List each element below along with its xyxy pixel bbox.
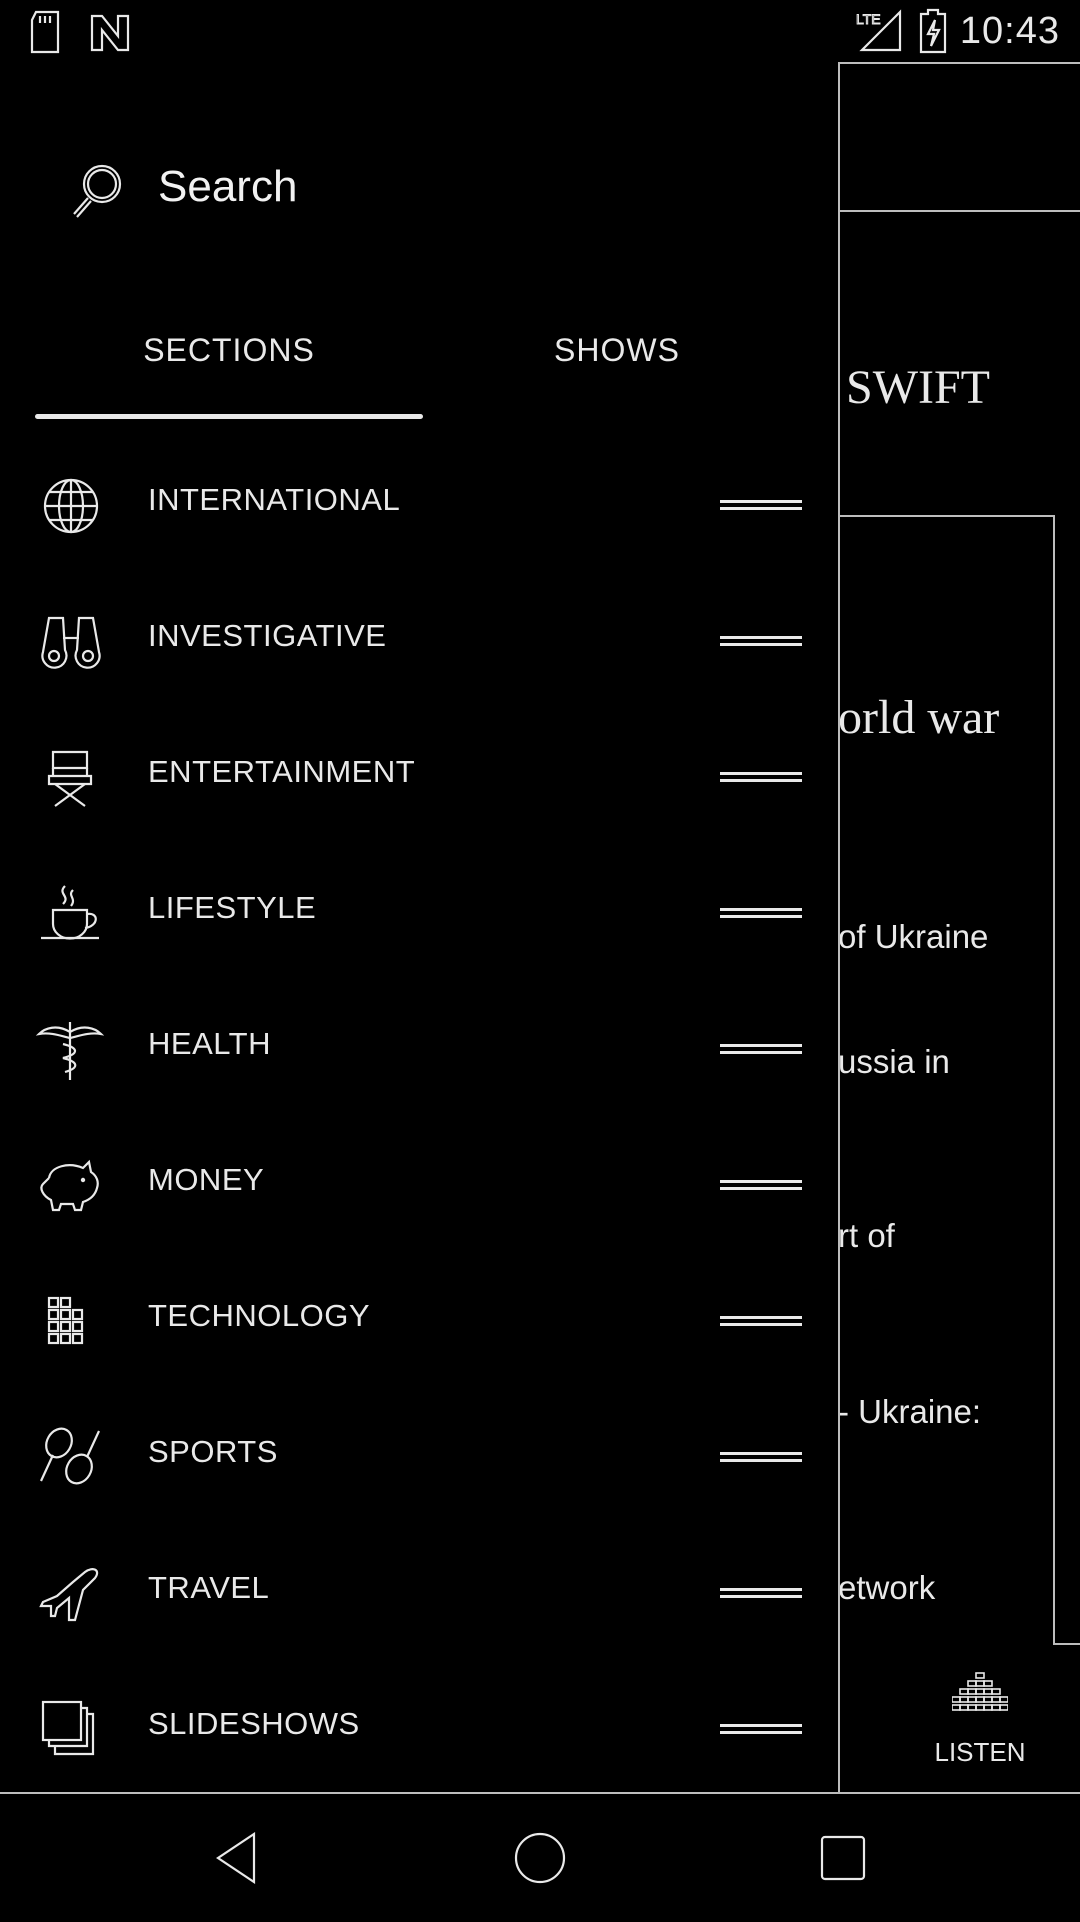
drag-handle[interactable] (720, 1720, 802, 1742)
bg-divider (840, 515, 1054, 517)
bg-snippet: etwork (838, 1569, 936, 1606)
navigation-drawer: Search SECTIONS SHOWS INTERNATIONAL INVE… (0, 62, 840, 1792)
section-label: LIFESTYLE (148, 890, 317, 925)
tab-selected-indicator (35, 414, 423, 419)
section-item-international[interactable]: INTERNATIONAL (0, 438, 838, 574)
section-item-health[interactable]: HEALTH (0, 982, 838, 1118)
drag-handle[interactable] (720, 904, 802, 926)
section-item-investigative[interactable]: INVESTIGATIVE (0, 574, 838, 710)
svg-text:LTE: LTE (856, 11, 881, 27)
section-item-money[interactable]: MONEY (0, 1118, 838, 1254)
bg-snippet: ussia in (838, 1043, 950, 1080)
section-label: INVESTIGATIVE (148, 618, 387, 653)
section-label: TECHNOLOGY (148, 1298, 371, 1333)
section-item-lifestyle[interactable]: LIFESTYLE (0, 846, 838, 982)
section-label: SPORTS (148, 1434, 278, 1469)
drag-handle[interactable] (720, 1584, 802, 1606)
section-label: TRAVEL (148, 1570, 270, 1605)
airplane-icon (39, 1568, 99, 1622)
audio-equalizer-icon (952, 1672, 1008, 1711)
drag-handle[interactable] (720, 496, 802, 518)
caduceus-icon (35, 1022, 105, 1080)
search-label: Search (158, 162, 298, 211)
sd-card-icon (30, 10, 60, 54)
drag-handle[interactable] (720, 632, 802, 654)
section-item-sports[interactable]: SPORTS (0, 1390, 838, 1526)
back-icon[interactable] (212, 1830, 260, 1886)
section-label: HEALTH (148, 1026, 272, 1061)
listen-label: LISTEN (934, 1737, 1026, 1767)
drag-handle[interactable] (720, 1040, 802, 1062)
stacked-photos-icon (41, 1700, 95, 1756)
section-item-entertainment[interactable]: ENTERTAINMENT (0, 710, 838, 846)
grid-blocks-icon (47, 1296, 84, 1345)
section-label: ENTERTAINMENT (148, 754, 416, 789)
bg-divider (1053, 1643, 1080, 1645)
section-item-travel[interactable]: TRAVEL (0, 1526, 838, 1662)
search-icon (73, 164, 122, 218)
tennis-rackets-icon (40, 1427, 100, 1485)
system-navigation-bar (0, 1792, 1080, 1922)
search-button[interactable]: Search (70, 152, 770, 232)
bg-divider (840, 210, 1080, 212)
bg-headline[interactable]: orld war (838, 690, 999, 745)
bg-snippet: rt of (838, 1217, 895, 1254)
drag-handle[interactable] (720, 1176, 802, 1198)
piggy-bank-icon (40, 1159, 99, 1212)
bg-snippet: - Ukraine: (838, 1393, 982, 1430)
bg-snippet: of Ukraine (838, 918, 989, 955)
status-bar: LTE 10:43 (0, 0, 1080, 64)
bg-header-text: SWIFT (846, 361, 990, 414)
section-label: MONEY (148, 1162, 265, 1197)
coffee-cup-icon (41, 885, 99, 940)
section-label: INTERNATIONAL (148, 482, 401, 517)
director-chair-icon (47, 750, 93, 807)
home-icon[interactable] (512, 1830, 568, 1886)
tab-shows[interactable]: SHOWS (423, 332, 811, 392)
drag-handle[interactable] (720, 1448, 802, 1470)
binoculars-icon (41, 616, 101, 669)
clock: 10:43 (959, 10, 1060, 52)
lte-signal-icon: LTE (856, 9, 902, 52)
listen-button[interactable]: LISTEN (900, 1665, 1060, 1785)
drag-handle[interactable] (720, 768, 802, 790)
nfc-icon (90, 14, 130, 52)
drag-handle[interactable] (720, 1312, 802, 1334)
battery-charging-icon (919, 8, 947, 54)
tab-sections[interactable]: SECTIONS (35, 332, 423, 392)
globe-icon (43, 478, 99, 534)
section-label: SLIDESHOWS (148, 1706, 360, 1741)
section-item-technology[interactable]: TECHNOLOGY (0, 1254, 838, 1390)
section-item-slideshows[interactable]: SLIDESHOWS (0, 1662, 838, 1798)
bg-card-border (1053, 515, 1055, 1643)
recents-icon[interactable] (818, 1833, 868, 1883)
